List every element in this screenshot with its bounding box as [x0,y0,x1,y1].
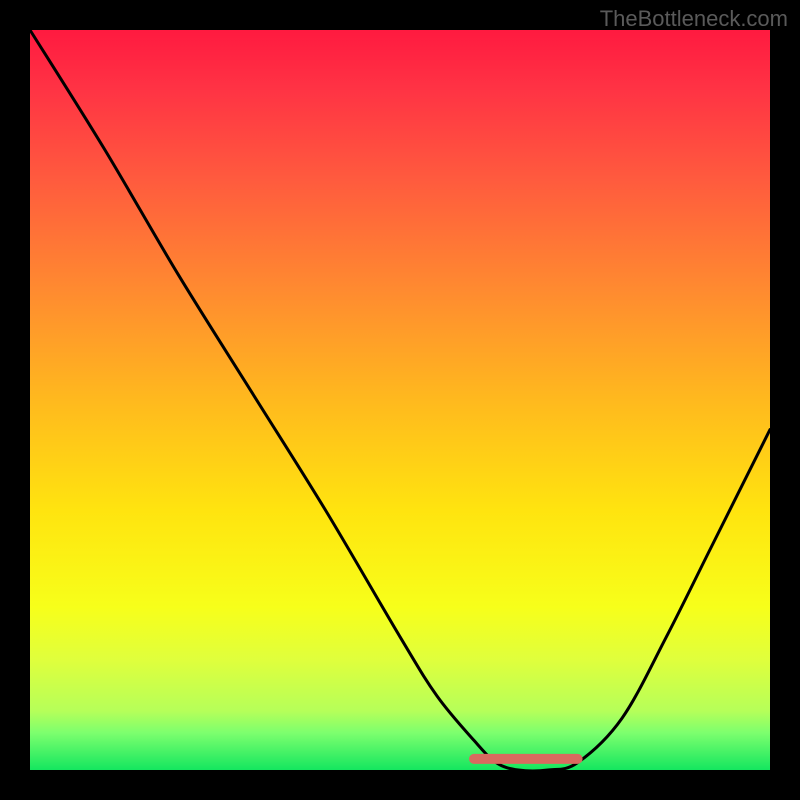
watermark-text: TheBottleneck.com [600,6,788,32]
curve-line [30,30,770,771]
chart-plot-area [30,30,770,770]
bottleneck-curve-svg [30,30,770,770]
